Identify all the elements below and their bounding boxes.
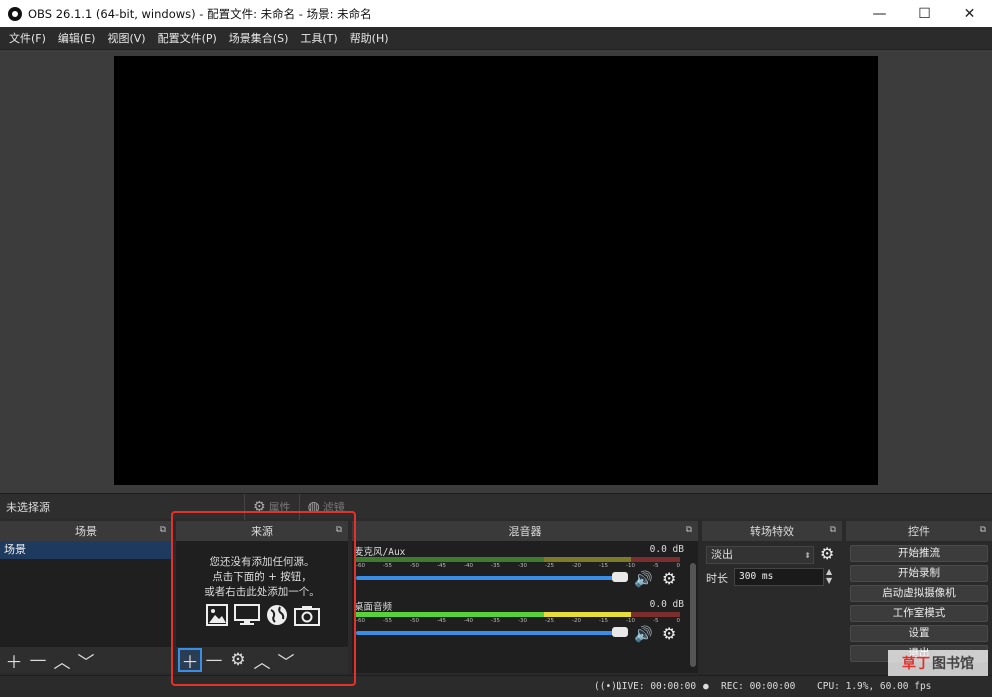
- mixer-title: 混音器: [508, 525, 542, 538]
- controls-title: 控件: [908, 525, 930, 538]
- volume-slider-handle[interactable]: [612, 572, 628, 582]
- volume-slider[interactable]: [356, 631, 624, 635]
- gear-icon[interactable]: ⚙: [662, 569, 676, 588]
- window-title: OBS 26.1.1 (64-bit, windows) - 配置文件: 未命名…: [28, 6, 372, 21]
- watermark-part-1: 草丁: [902, 656, 930, 672]
- menu-file[interactable]: 文件(F): [3, 30, 52, 46]
- mixer-scrollbar[interactable]: [690, 563, 696, 667]
- menu-tools[interactable]: 工具(T): [294, 30, 343, 46]
- minimize-button[interactable]: —: [857, 0, 902, 27]
- live-status: LIVE: 00:00:00: [616, 681, 697, 692]
- duration-spinner-icon[interactable]: ▲ ▼: [826, 567, 832, 585]
- select-arrows-icon: ⬍: [804, 551, 811, 560]
- undock-icon[interactable]: ⧉: [830, 525, 836, 535]
- rec-status: REC: 00:00:00: [721, 681, 796, 692]
- scene-item[interactable]: 场景: [0, 541, 172, 559]
- channel-db: 0.0 dB: [649, 544, 684, 555]
- meter-ticks: -60 -55 -50 -45 -40 -35 -30 -25 -20 -15 -10 -5 0: [356, 563, 680, 569]
- transition-selected: 淡出: [711, 548, 733, 561]
- watermark-part-2: 图书馆: [932, 656, 974, 672]
- duration-input[interactable]: 300 ms: [734, 568, 824, 586]
- maximize-button[interactable]: ☐: [902, 0, 947, 27]
- scenes-title: 场景: [75, 525, 97, 538]
- gear-icon[interactable]: ⚙: [820, 544, 834, 563]
- meter-ticks: -60 -55 -50 -45 -40 -35 -30 -25 -20 -15 -10 -5 0: [356, 618, 680, 624]
- duration-label: 时长: [706, 572, 728, 585]
- mixer-channel-mic: 麦克风/Aux 0.0 dB -60 -55 -50 -45 -40 -35 -30 -25-…: [354, 544, 684, 600]
- remove-scene-button[interactable]: —: [28, 650, 48, 670]
- menu-view[interactable]: 视图(V): [101, 30, 151, 46]
- cpu-status: CPU: 1.9%, 60.00 fps: [817, 681, 932, 692]
- volume-slider[interactable]: [356, 576, 624, 580]
- channel-name: 桌面音频: [354, 602, 393, 613]
- scenes-list: 场景: [0, 541, 172, 647]
- menu-edit[interactable]: 编辑(E): [52, 30, 102, 46]
- window-controls: — ☐ ✕: [857, 0, 992, 27]
- transitions-dock: 转场特效 ⧉ 淡出 ⬍ ⚙ 时长 300 ms ▲ ▼: [702, 521, 842, 673]
- channel-db: 0.0 dB: [649, 599, 684, 610]
- transitions-header: 转场特效 ⧉: [702, 521, 842, 541]
- menu-scene-collection[interactable]: 场景集合(S): [223, 30, 295, 46]
- controls-header: 控件 ⧉: [846, 521, 992, 541]
- volume-meter: [356, 612, 680, 617]
- start-streaming-button[interactable]: 开始推流: [850, 545, 988, 562]
- title-bar: OBS 26.1.1 (64-bit, windows) - 配置文件: 未命名…: [0, 0, 992, 27]
- menu-bar: 文件(F) 编辑(E) 视图(V) 配置文件(P) 场景集合(S) 工具(T) …: [0, 27, 992, 49]
- scenes-footer: ＋ — ︿ ﹀: [0, 647, 172, 673]
- move-down-icon[interactable]: ﹀: [76, 650, 96, 673]
- speaker-icon[interactable]: 🔊: [634, 570, 653, 588]
- highlight-box: [171, 511, 356, 686]
- gear-icon[interactable]: ⚙: [662, 624, 676, 643]
- volume-meter: [356, 557, 680, 562]
- transitions-body: 淡出 ⬍ ⚙ 时长 300 ms ▲ ▼: [702, 541, 842, 673]
- undock-icon[interactable]: ⧉: [160, 525, 166, 535]
- mixer-body: 麦克风/Aux 0.0 dB -60 -55 -50 -45 -40 -35 -30 -25-…: [352, 541, 698, 673]
- mixer-channel-desktop: 桌面音频 0.0 dB -60 -55 -50 -45 -40 -35 -30 -25 -20-…: [354, 599, 684, 655]
- mixer-dock: 混音器 ⧉ 麦克风/Aux 0.0 dB -60 -55 -50 -45 -40 -35-…: [352, 521, 698, 673]
- studio-mode-button[interactable]: 工作室模式: [850, 605, 988, 622]
- volume-slider-handle[interactable]: [612, 627, 628, 637]
- preview-area: [0, 49, 992, 493]
- watermark: 草丁 图书馆: [888, 650, 988, 676]
- transition-select[interactable]: 淡出 ⬍: [706, 546, 814, 564]
- add-scene-button[interactable]: ＋: [4, 650, 24, 673]
- preview-canvas[interactable]: [114, 56, 878, 485]
- source-toolbar: 未选择源 ⚙ 属性 ◍ 滤镜: [0, 493, 992, 520]
- speaker-icon[interactable]: 🔊: [634, 625, 653, 643]
- undock-icon[interactable]: ⧉: [980, 525, 986, 535]
- close-button[interactable]: ✕: [947, 0, 992, 27]
- scenes-dock: 场景 ⧉ 场景 ＋ — ︿ ﹀: [0, 521, 172, 673]
- channel-name: 麦克风/Aux: [354, 547, 406, 558]
- move-up-icon[interactable]: ︿: [52, 650, 72, 673]
- start-recording-button[interactable]: 开始录制: [850, 565, 988, 582]
- rec-icon: ●: [703, 681, 709, 692]
- status-bar: ((•)) LIVE: 00:00:00 ● REC: 00:00:00 CPU…: [0, 675, 992, 697]
- scenes-header: 场景 ⧉: [0, 521, 172, 541]
- menu-profile[interactable]: 配置文件(P): [152, 30, 223, 46]
- transitions-title: 转场特效: [750, 525, 794, 538]
- start-virtual-camera-button[interactable]: 启动虚拟摄像机: [850, 585, 988, 602]
- settings-button[interactable]: 设置: [850, 625, 988, 642]
- menu-help[interactable]: 帮助(H): [344, 30, 395, 46]
- undock-icon[interactable]: ⧉: [686, 525, 692, 535]
- obs-logo-icon: [8, 6, 22, 21]
- mixer-header: 混音器 ⧉: [352, 521, 698, 541]
